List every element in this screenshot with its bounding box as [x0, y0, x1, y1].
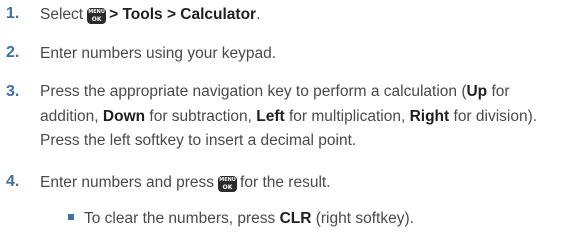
square-bullet-icon [68, 214, 74, 220]
step-end-punct: . [256, 6, 261, 23]
menu-path: > Tools > Calculator [109, 6, 257, 23]
step-text: Press the appropriate navigation key to … [40, 80, 570, 154]
step-text-part: for multiplication, [284, 107, 410, 125]
step-number: 1. [6, 5, 20, 22]
step-text-part: Enter numbers and press [40, 174, 215, 191]
menu-key-bottom-label: OK [222, 184, 233, 191]
step-text: Select MENU OK > Tools > Calculator. [40, 2, 570, 27]
step-select-text: Select [40, 6, 84, 23]
menu-key-top-label: MENU [88, 9, 105, 15]
key-up-label: Up [466, 83, 488, 100]
step-text-part: Press the appropriate navigation key to … [40, 83, 467, 100]
menu-key-top-label: MENU [219, 177, 236, 183]
key-down-label: Down [102, 107, 146, 125]
key-left-label: Left [256, 107, 285, 125]
clr-key-label: CLR [279, 210, 312, 227]
bullet-text-part: To clear the numbers, press [84, 210, 280, 227]
step-number: 2. [6, 44, 20, 61]
menu-key-bottom-label: OK [91, 16, 102, 23]
menu-ok-key-icon: MENU OK [87, 8, 107, 24]
step-number: 4. [6, 173, 20, 190]
bullet-text-part: (right softkey). [311, 210, 414, 227]
key-right-label: Right [409, 107, 450, 125]
step-text-part: for the result. [240, 174, 331, 191]
step-text: Enter numbers using your keypad. [40, 45, 277, 62]
step-number: 3. [6, 83, 20, 100]
step-text-part: for subtraction, [145, 107, 257, 125]
bullet-item: To clear the numbers, press CLR (right s… [68, 206, 414, 231]
step-text: Enter numbers and press MENU OK for the res… [40, 170, 570, 195]
menu-ok-key-icon: MENU OK [218, 176, 238, 192]
